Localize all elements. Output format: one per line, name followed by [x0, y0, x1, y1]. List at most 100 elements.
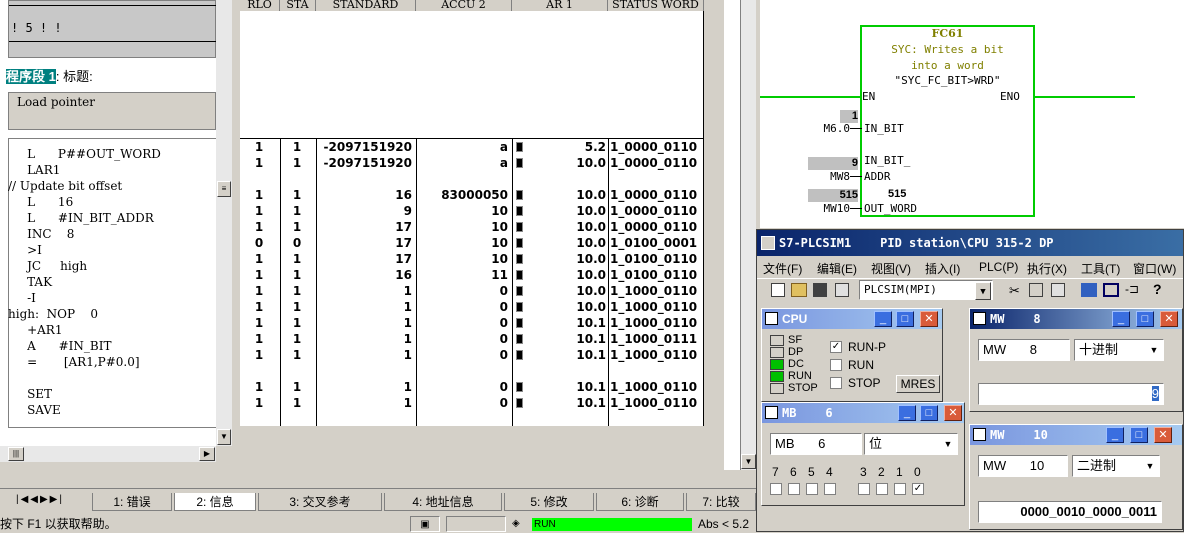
code-line[interactable]: = [AR1,P#0.0]	[8, 354, 140, 370]
scroll-thumb-h[interactable]: |||	[8, 447, 24, 461]
minimize-icon[interactable]: _	[874, 311, 892, 327]
tab-1[interactable]: 1: 错误	[92, 493, 172, 511]
bit-1-checkbox[interactable]	[894, 483, 906, 495]
maximize-icon[interactable]: □	[920, 405, 938, 421]
open-icon[interactable]	[791, 283, 807, 297]
table-cell: 0	[499, 332, 508, 346]
minimize-icon[interactable]: _	[1112, 311, 1130, 327]
connection-select[interactable]: PLCSIM(MPI) ▼	[859, 280, 993, 300]
code-editor-pane[interactable]: ! 5 ! ! 程序段 1: 标题: Load pointer L P##OUT…	[0, 0, 216, 446]
code-line[interactable]: TAK	[8, 274, 52, 290]
save-icon[interactable]	[813, 283, 827, 297]
tab-2[interactable]: 2: 信息	[174, 493, 256, 511]
mw8-format-select[interactable]: 十进制 ▼	[1074, 339, 1164, 361]
mres-button[interactable]: MRES	[896, 375, 940, 393]
bit-0-checkbox[interactable]: ✓	[912, 483, 924, 495]
menu-item[interactable]: 插入(I)	[925, 260, 960, 277]
code-line[interactable]: -I	[8, 290, 36, 306]
table-cell	[282, 171, 312, 187]
code-line[interactable]: L #IN_BIT_ADDR	[8, 210, 154, 226]
mode-run-p-checkbox[interactable]: ✓	[830, 341, 842, 353]
paste-icon[interactable]	[1051, 283, 1065, 297]
close-icon[interactable]: ✕	[1154, 427, 1172, 443]
ar1-marker-icon	[516, 238, 523, 248]
table-cell: 10.0	[576, 156, 606, 170]
bit-2-checkbox[interactable]	[876, 483, 888, 495]
code-line[interactable]: INC 8	[8, 226, 74, 242]
tab-5[interactable]: 5: 修改	[504, 493, 594, 511]
tab-3[interactable]: 3: 交叉参考	[258, 493, 382, 511]
maximize-icon[interactable]: □	[896, 311, 914, 327]
mb6-format-select[interactable]: 位 ▼	[864, 433, 958, 455]
out-word-address: MW10	[823, 202, 851, 215]
cpu-window[interactable]: CPU _ □ ✕ SF DP DC RUN STOP ✓ RUN-P RUN STOP MR…	[761, 308, 943, 402]
mw10-address-field[interactable]: MW 10	[978, 455, 1068, 477]
close-icon[interactable]: ✕	[944, 405, 962, 421]
insert-input-icon[interactable]	[1081, 283, 1097, 297]
menu-item[interactable]: 编辑(E)	[817, 260, 857, 277]
code-line[interactable]: SET	[8, 386, 52, 402]
menu-item[interactable]: PLC(P)	[979, 260, 1018, 274]
code-line[interactable]: SAVE	[8, 402, 61, 418]
mw8-address-field[interactable]: MW 8	[978, 339, 1070, 361]
print-icon[interactable]	[835, 283, 849, 297]
code-line[interactable]: // Update bit offset	[8, 178, 122, 194]
code-line[interactable]: high: NOP 0	[8, 306, 98, 322]
menu-item[interactable]: 视图(V)	[871, 260, 911, 277]
mw8-value-field[interactable]: 9	[978, 383, 1164, 405]
scroll-down-arrow-icon[interactable]: ▼	[217, 429, 231, 445]
mode-run-checkbox[interactable]	[830, 359, 842, 371]
code-line[interactable]: >I	[8, 242, 42, 258]
bit-5-checkbox[interactable]	[806, 483, 818, 495]
insert-output-icon[interactable]: -⊐	[1125, 282, 1139, 296]
code-line[interactable]: JC high	[8, 258, 87, 274]
network-comment-box[interactable]: Load pointer	[8, 92, 216, 130]
code-line[interactable]: A #IN_BIT	[8, 338, 111, 354]
table-cell: 11	[491, 268, 508, 282]
mw10-format-select[interactable]: 二进制 ▼	[1072, 455, 1160, 477]
scroll-thumb[interactable]: ≡	[217, 181, 231, 197]
table-vertical-scrollbar[interactable]: ▼	[740, 0, 756, 470]
code-line[interactable]: +AR1	[8, 322, 62, 338]
insert-vertical-icon[interactable]	[1103, 283, 1119, 297]
table-cell: 16	[395, 268, 412, 282]
scroll-right-arrow-icon[interactable]: ▶	[199, 447, 215, 461]
minimize-icon[interactable]: _	[898, 405, 916, 421]
bit-6-checkbox[interactable]	[788, 483, 800, 495]
mw10-window[interactable]: MW 10 _ □ ✕ MW 10 二进制 ▼ 0000_0010_0000_0…	[969, 424, 1183, 530]
left-vertical-scrollbar[interactable]: ≡ ▼	[216, 0, 232, 446]
code-line[interactable]: L P##OUT_WORD	[8, 146, 161, 162]
copy-icon[interactable]	[1029, 283, 1043, 297]
tab-6[interactable]: 6: 诊断	[596, 493, 684, 511]
menu-item[interactable]: 窗口(W)	[1133, 260, 1176, 277]
mw8-window[interactable]: MW 8 _ □ ✕ MW 8 十进制 ▼ 9	[969, 308, 1183, 412]
in-bit-addr-value: 9	[808, 157, 858, 170]
menu-item[interactable]: 文件(F)	[763, 260, 802, 277]
tab-scroll-arrows[interactable]: |◀◀▶▶|	[16, 494, 64, 505]
bit-4-checkbox[interactable]	[824, 483, 836, 495]
tab-4[interactable]: 4: 地址信息	[384, 493, 502, 511]
close-icon[interactable]: ✕	[1160, 311, 1178, 327]
menu-item[interactable]: 工具(T)	[1081, 260, 1120, 277]
code-line[interactable]: L 16	[8, 194, 73, 210]
minimize-icon[interactable]: _	[1106, 427, 1124, 443]
tab-7[interactable]: 7: 比较	[686, 493, 756, 511]
bit-3-checkbox[interactable]	[858, 483, 870, 495]
table-cell: 1	[254, 396, 264, 410]
mb6-address-field[interactable]: MB 6	[770, 433, 862, 455]
left-horizontal-scrollbar[interactable]: ||| ▶	[0, 446, 216, 462]
help-icon[interactable]: ?	[1153, 281, 1162, 297]
mb6-window[interactable]: MB 6 _ □ ✕ MB 6 位 ▼ 7 6 5 4 3 2 1 0 ✓	[761, 402, 965, 506]
mode-stop-checkbox[interactable]	[830, 377, 842, 389]
maximize-icon[interactable]: □	[1130, 427, 1148, 443]
plcsim-window[interactable]: S7-PLCSIM1 PID station\CPU 315-2 DP 文件(F…	[756, 229, 1184, 532]
mw10-value-field[interactable]: 0000_0010_0000_0011	[978, 501, 1162, 523]
code-line[interactable]: LAR1	[8, 162, 60, 178]
bit-7-checkbox[interactable]	[770, 483, 782, 495]
maximize-icon[interactable]: □	[1136, 311, 1154, 327]
cut-icon[interactable]: ✂	[1009, 283, 1020, 299]
scroll-down-arrow-icon[interactable]: ▼	[741, 454, 756, 469]
menu-item[interactable]: 执行(X)	[1027, 260, 1067, 277]
new-icon[interactable]	[771, 283, 785, 297]
close-icon[interactable]: ✕	[920, 311, 938, 327]
